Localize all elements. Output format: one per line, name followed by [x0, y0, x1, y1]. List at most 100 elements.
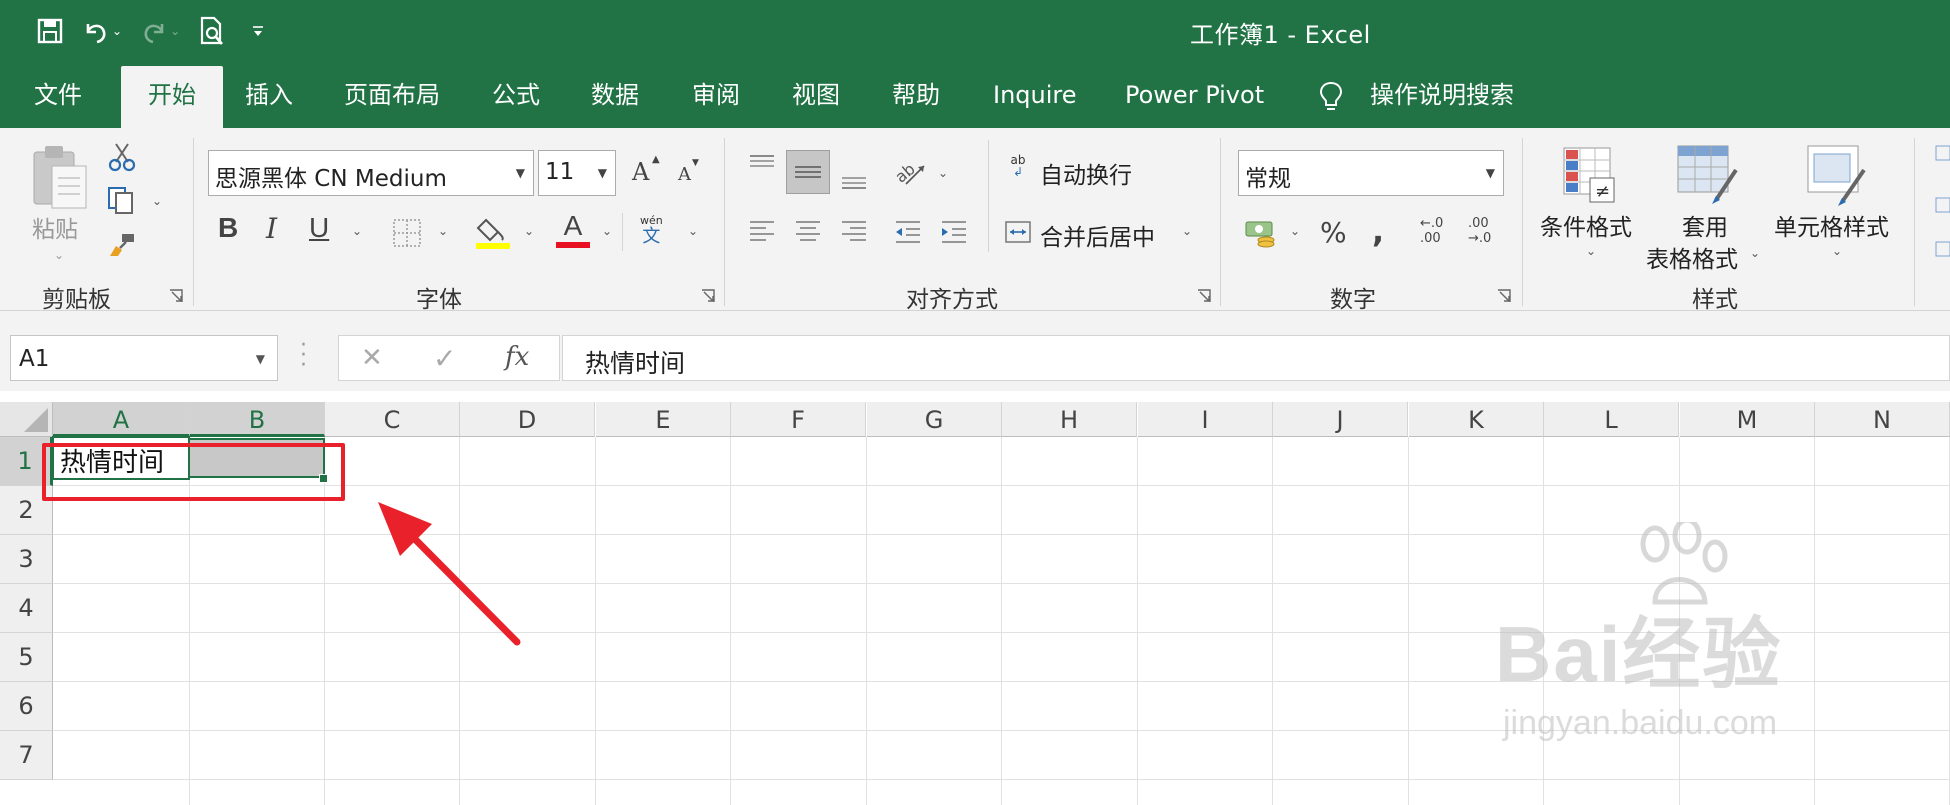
- print-preview-icon[interactable]: [192, 13, 232, 49]
- cut-icon[interactable]: [108, 140, 136, 176]
- bold-button[interactable]: B: [218, 212, 238, 244]
- paste-button[interactable]: 粘贴: [32, 210, 78, 244]
- tab-help[interactable]: 帮助: [892, 66, 940, 128]
- phonetic-guide-icon[interactable]: wén 文: [640, 214, 663, 247]
- column-header-c[interactable]: C: [325, 402, 460, 437]
- tab-formulas[interactable]: 公式: [492, 66, 540, 128]
- row-header-6[interactable]: 6: [0, 682, 53, 731]
- insert-function-button[interactable]: fx: [505, 342, 529, 372]
- accounting-dropdown-icon[interactable]: ⌄: [1290, 224, 1300, 238]
- column-header-i[interactable]: I: [1138, 402, 1273, 437]
- font-launcher-icon[interactable]: [700, 288, 716, 304]
- number-format-dropdown-icon[interactable]: ▼: [1486, 166, 1495, 180]
- clipboard-launcher-icon[interactable]: [168, 288, 184, 304]
- orientation-dropdown-icon[interactable]: ⌄: [938, 166, 948, 180]
- column-header-n[interactable]: N: [1815, 402, 1950, 437]
- format-as-table-dropdown-icon[interactable]: ⌄: [1750, 246, 1760, 260]
- column-header-d[interactable]: D: [460, 402, 595, 437]
- borders-icon[interactable]: [392, 218, 422, 252]
- tab-home[interactable]: 开始: [121, 66, 223, 128]
- fill-color-icon[interactable]: [476, 214, 510, 254]
- row-header-3[interactable]: 3: [0, 535, 53, 584]
- row-header-5[interactable]: 5: [0, 633, 53, 682]
- increase-indent-icon[interactable]: [938, 218, 970, 250]
- font-color-icon[interactable]: A: [556, 212, 590, 248]
- alignment-launcher-icon[interactable]: [1196, 288, 1212, 304]
- wrap-text-button[interactable]: 自动换行: [1040, 156, 1132, 190]
- format-as-table-icon[interactable]: [1676, 144, 1742, 210]
- orientation-icon[interactable]: ab: [891, 156, 928, 192]
- number-launcher-icon[interactable]: [1496, 288, 1512, 304]
- percent-style-button[interactable]: %: [1320, 216, 1347, 249]
- cell-styles-icon[interactable]: [1806, 144, 1868, 210]
- font-name-dropdown-icon[interactable]: ▼: [516, 166, 525, 180]
- column-header-e[interactable]: E: [596, 402, 731, 437]
- worksheet-grid[interactable]: ABCDEFGHIJKLMN 1234567 热情时间 Bai经验 jingya…: [0, 402, 1950, 805]
- align-center-icon[interactable]: [792, 218, 824, 250]
- cells-group-icons-partial[interactable]: [1934, 138, 1950, 262]
- column-header-f[interactable]: F: [731, 402, 866, 437]
- format-as-table-line2[interactable]: 表格格式: [1646, 240, 1738, 274]
- merge-center-icon[interactable]: [1004, 220, 1032, 248]
- formula-input[interactable]: 热情时间: [562, 335, 1950, 381]
- cell-styles-button[interactable]: 单元格样式: [1774, 208, 1889, 242]
- accounting-format-icon[interactable]: [1244, 218, 1278, 254]
- conditional-format-button[interactable]: 条件格式: [1540, 208, 1632, 242]
- column-header-b[interactable]: B: [190, 402, 325, 437]
- column-header-h[interactable]: H: [1002, 402, 1137, 437]
- column-header-j[interactable]: J: [1273, 402, 1408, 437]
- copy-icon[interactable]: [106, 185, 136, 219]
- format-painter-icon[interactable]: [108, 232, 136, 262]
- paste-dropdown-icon[interactable]: ⌄: [54, 248, 64, 262]
- row-header-4[interactable]: 4: [0, 584, 53, 633]
- row-header-7[interactable]: 7: [0, 731, 53, 780]
- column-header-l[interactable]: L: [1544, 402, 1679, 437]
- tell-me-search[interactable]: 操作说明搜索: [1370, 66, 1514, 128]
- decrease-indent-icon[interactable]: [892, 218, 924, 250]
- column-header-a[interactable]: A: [53, 402, 190, 437]
- tab-data[interactable]: 数据: [591, 66, 639, 128]
- align-left-icon[interactable]: [746, 218, 778, 250]
- merge-center-dropdown-icon[interactable]: ⌄: [1182, 224, 1192, 238]
- top-align-icon[interactable]: [746, 152, 778, 186]
- select-all-button[interactable]: [0, 402, 53, 437]
- fill-color-dropdown-icon[interactable]: ⌄: [524, 224, 534, 238]
- comma-style-button[interactable]: ,: [1372, 212, 1384, 250]
- font-size-combo[interactable]: 11 ▼: [538, 150, 616, 196]
- tab-insert[interactable]: 插入: [245, 66, 293, 128]
- number-format-combo[interactable]: 常规 ▼: [1238, 150, 1504, 196]
- cell-styles-dropdown-icon[interactable]: ⌄: [1832, 244, 1842, 258]
- conditional-format-dropdown-icon[interactable]: ⌄: [1586, 244, 1596, 258]
- underline-button[interactable]: U: [309, 212, 329, 244]
- confirm-entry-button[interactable]: ✓: [433, 342, 456, 375]
- save-icon[interactable]: [30, 13, 70, 49]
- italic-button[interactable]: I: [266, 212, 277, 245]
- column-header-k[interactable]: K: [1409, 402, 1544, 437]
- tab-page-layout[interactable]: 页面布局: [344, 66, 440, 128]
- tab-inquire[interactable]: Inquire: [993, 66, 1077, 128]
- merge-center-button[interactable]: 合并后居中: [1040, 218, 1155, 252]
- name-box[interactable]: A1 ▼: [10, 335, 278, 381]
- undo-icon[interactable]: [76, 13, 116, 49]
- formula-bar-resize-handle[interactable]: · · ·: [300, 335, 307, 377]
- name-box-dropdown-icon[interactable]: ▼: [256, 352, 265, 366]
- phonetic-dropdown-icon[interactable]: ⌄: [688, 224, 698, 238]
- borders-dropdown-icon[interactable]: ⌄: [438, 224, 448, 238]
- font-color-dropdown-icon[interactable]: ⌄: [602, 224, 612, 238]
- conditional-format-icon[interactable]: ≠: [1562, 146, 1618, 208]
- cancel-entry-button[interactable]: ✕: [361, 343, 383, 373]
- tab-power-pivot[interactable]: Power Pivot: [1125, 66, 1264, 128]
- column-header-g[interactable]: G: [867, 402, 1002, 437]
- undo-dropdown-icon[interactable]: ⌄: [112, 24, 122, 38]
- customize-qat-icon[interactable]: [238, 13, 278, 49]
- column-header-m[interactable]: M: [1680, 402, 1815, 437]
- paste-icon[interactable]: [30, 142, 92, 216]
- tab-file[interactable]: 文件: [34, 66, 82, 128]
- font-size-dropdown-icon[interactable]: ▼: [598, 166, 607, 180]
- tab-view[interactable]: 视图: [792, 66, 840, 128]
- underline-dropdown-icon[interactable]: ⌄: [352, 224, 362, 238]
- decrease-font-size-button[interactable]: A: [678, 164, 691, 185]
- format-as-table-line1[interactable]: 套用: [1682, 208, 1728, 242]
- increase-font-size-button[interactable]: A: [632, 158, 649, 186]
- bottom-align-icon[interactable]: [838, 166, 870, 200]
